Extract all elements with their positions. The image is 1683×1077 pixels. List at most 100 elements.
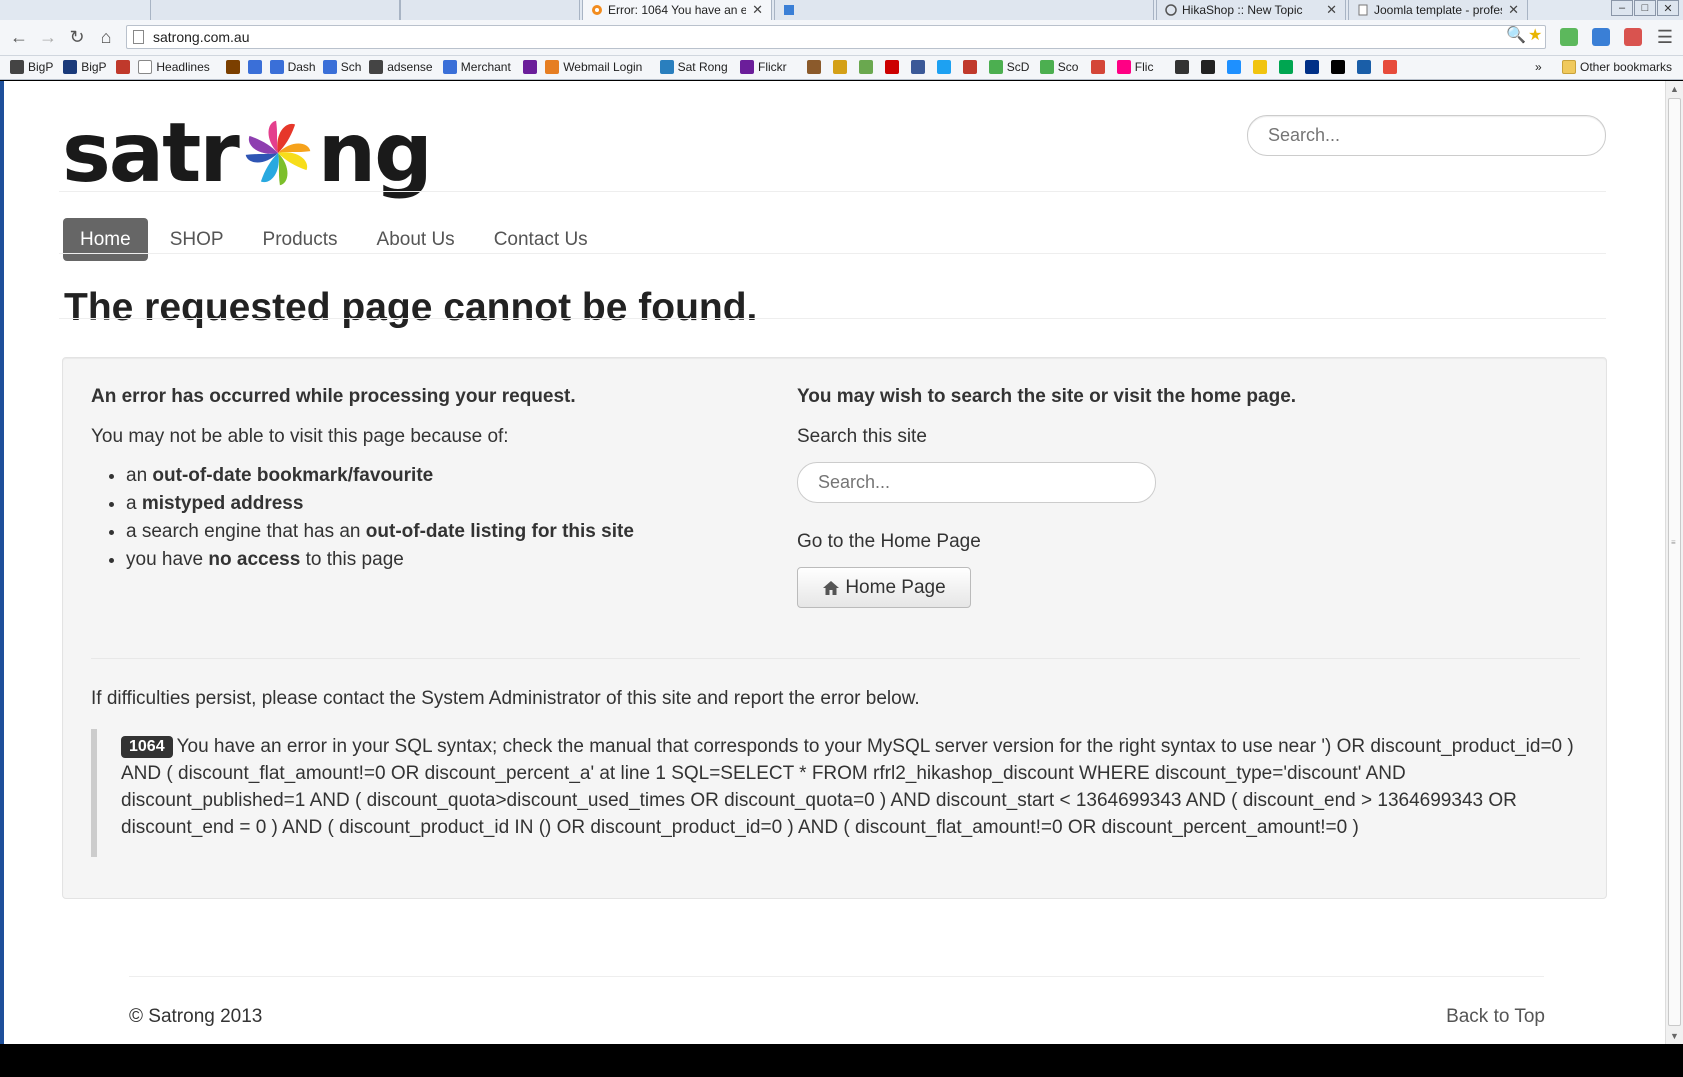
bookmark-label: ScD — [1006, 60, 1030, 74]
zoom-icon[interactable]: 🔍 — [1506, 25, 1526, 45]
dsl-icon — [10, 60, 24, 74]
mail-icon — [116, 60, 131, 74]
header-search-input[interactable] — [1247, 115, 1606, 156]
bookmark-item[interactable]: Flickr — [740, 60, 787, 74]
bookmark-item[interactable]: Flic — [1116, 60, 1153, 74]
window-controls: – □ ✕ — [1610, 0, 1679, 18]
browser-tab-4[interactable] — [774, 0, 1154, 20]
joomla-favicon-icon — [592, 5, 602, 15]
bookmark-item[interactable]: Sat Rong — [659, 60, 728, 74]
bookmark-item[interactable] — [116, 60, 134, 74]
error-message: You have an error in your SQL syntax; ch… — [121, 736, 1574, 838]
bookmark-item[interactable]: Webmail Login — [545, 60, 642, 74]
bookmark-item[interactable] — [1252, 60, 1271, 74]
browser-tab-2[interactable] — [400, 0, 580, 20]
minimize-icon[interactable]: – — [1611, 0, 1633, 16]
bookmark-item[interactable]: BigP — [10, 60, 53, 74]
browser-tab-1[interactable] — [150, 0, 400, 20]
bookmark-item[interactable] — [1226, 60, 1245, 74]
bookmarks-overflow-icon[interactable]: » — [1535, 60, 1542, 74]
bookmark-item[interactable] — [247, 60, 266, 74]
nav-item-contact-us[interactable]: Contact Us — [477, 218, 605, 261]
maximize-icon[interactable]: □ — [1634, 0, 1656, 16]
bookmark-item[interactable] — [962, 60, 981, 74]
home-icon[interactable]: ⌂ — [95, 26, 117, 48]
browser-tab-hikashop[interactable]: HikaShop :: New Topic ✕ — [1156, 0, 1346, 20]
back-to-top-link[interactable]: Back to Top — [1446, 1006, 1545, 1028]
reason-text: an — [126, 465, 153, 486]
nav-item-about-us[interactable]: About Us — [360, 218, 472, 261]
bookmark-item[interactable]: BigP — [63, 60, 107, 74]
menu-icon[interactable]: ☰ — [1654, 26, 1676, 48]
g-icon — [369, 60, 384, 74]
scrollbar[interactable]: ▲ ≡ ▼ — [1665, 81, 1683, 1044]
house-icon — [823, 580, 840, 595]
bookmark-item[interactable]: Sco — [1039, 60, 1078, 74]
reason-text: a search engine that has an — [126, 521, 366, 542]
bookmark-item[interactable] — [1174, 60, 1193, 74]
home-page-button[interactable]: Home Page — [797, 567, 971, 608]
bookmark-item[interactable] — [884, 60, 903, 74]
bookmark-item[interactable] — [832, 60, 851, 74]
pen-icon — [1252, 60, 1267, 74]
bookmark-item[interactable] — [1330, 60, 1349, 74]
other-bookmarks[interactable]: Other bookmarks — [1562, 60, 1672, 74]
bookmark-item[interactable] — [1356, 60, 1375, 74]
main-nav: Home SHOP Products About Us Contact Us — [63, 218, 610, 261]
bookmark-item[interactable]: Dash — [269, 60, 316, 74]
bookmark-item[interactable] — [910, 60, 929, 74]
bookmark-item[interactable]: Headlines — [138, 60, 210, 74]
forward-icon[interactable]: → — [37, 26, 59, 48]
reasons-intro: You may not be able to visit this page b… — [91, 426, 509, 447]
address-bar[interactable]: satrong.com.au — [126, 25, 1546, 49]
page-viewport: satr ng HomeSHOPProductsAbout UsContact … — [4, 81, 1665, 1044]
reason-item: a search engine that has an out-of-date … — [126, 518, 791, 546]
bookmark-item[interactable] — [858, 60, 877, 74]
joomla-icon — [659, 60, 674, 74]
google-icon — [442, 60, 457, 74]
tab-close-icon[interactable]: ✕ — [752, 2, 763, 18]
site-search-input[interactable] — [797, 462, 1156, 503]
nav-item-home[interactable]: Home — [63, 218, 148, 261]
scroll-thumb[interactable] — [1668, 98, 1681, 1026]
s-icon — [1200, 60, 1215, 74]
bookmark-item[interactable] — [1090, 60, 1109, 74]
bookmark-item[interactable] — [225, 60, 244, 74]
bookmark-item[interactable] — [1382, 60, 1401, 74]
extension-g-icon[interactable] — [1592, 28, 1610, 46]
extension-check-icon[interactable] — [1560, 28, 1578, 46]
error-reasons-column: An error has occurred while processing y… — [91, 386, 791, 574]
bookmark-item[interactable] — [1200, 60, 1219, 74]
reason-item: a mistyped address — [126, 490, 791, 518]
extension-gplus-icon[interactable] — [1624, 28, 1642, 46]
scroll-up-icon[interactable]: ▲ — [1666, 81, 1683, 97]
scroll-down-icon[interactable]: ▼ — [1666, 1028, 1683, 1044]
nav-item-shop[interactable]: SHOP — [153, 218, 241, 261]
bookmark-item[interactable] — [936, 60, 955, 74]
bookmark-item[interactable]: Sch — [322, 60, 361, 74]
bookmark-item[interactable]: Merchant — [442, 60, 511, 74]
reasons-list: an out-of-date bookmark/favouritea misty… — [91, 462, 791, 574]
back-icon[interactable]: ← — [8, 26, 30, 48]
close-window-icon[interactable]: ✕ — [1657, 0, 1679, 16]
browser-tab-joomla-template[interactable]: Joomla template - profess ✕ — [1348, 0, 1528, 20]
z-icon — [1174, 60, 1189, 74]
tab-close-icon[interactable]: ✕ — [1508, 2, 1519, 18]
site-logo[interactable]: satr ng — [62, 106, 433, 201]
bookmark-label: Merchant — [460, 60, 511, 74]
bookmark-item[interactable]: adsense — [369, 60, 433, 74]
reason-emphasis: mistyped address — [141, 493, 304, 514]
bookmark-item[interactable]: ScD — [988, 60, 1030, 74]
tab-close-icon[interactable]: ✕ — [1326, 2, 1337, 18]
bookmark-item[interactable] — [1304, 60, 1323, 74]
reload-icon[interactable]: ↻ — [66, 26, 88, 48]
bookmark-item[interactable] — [523, 60, 541, 74]
search-home-column: You may wish to search the site or visit… — [797, 386, 1497, 608]
bookmark-label: BigP — [81, 60, 107, 74]
bookmark-star-icon[interactable]: ★ — [1528, 25, 1542, 45]
bookmark-item[interactable] — [806, 60, 825, 74]
nav-item-products[interactable]: Products — [246, 218, 355, 261]
bookmark-item[interactable] — [1278, 60, 1297, 74]
error-divider — [91, 658, 1580, 659]
browser-tab-error[interactable]: Error: 1064 You have an er ✕ — [582, 0, 772, 20]
